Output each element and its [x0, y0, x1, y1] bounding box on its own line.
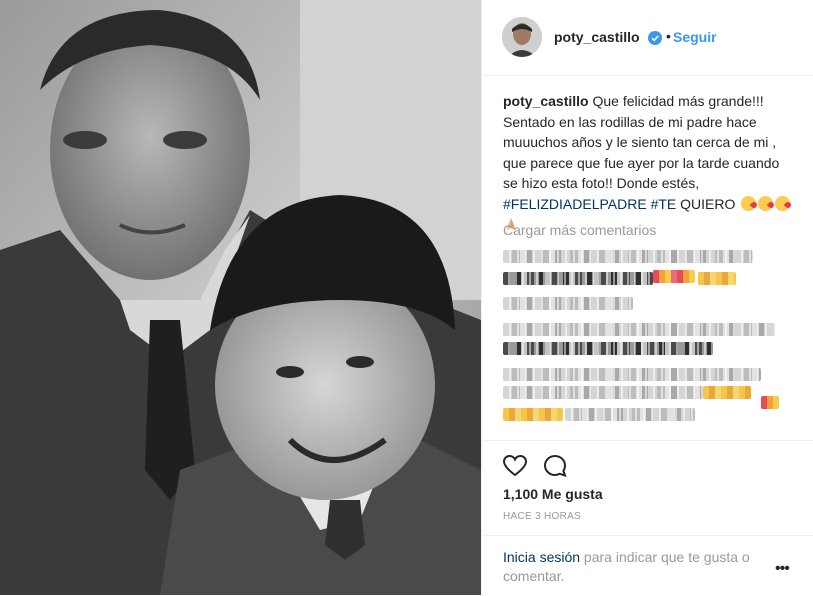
post-timestamp: HACE 3 HORAS	[503, 511, 582, 522]
comment-icon[interactable]	[542, 453, 568, 479]
follow-button[interactable]: Seguir	[673, 29, 717, 45]
post-sidebar: poty_castillo • Seguir poty_castillo Que…	[481, 0, 813, 595]
login-link[interactable]: Inicia sesión	[503, 549, 580, 565]
avatar-image	[502, 17, 542, 57]
login-prompt-text: Inicia sesión para indicar que te gusta …	[503, 548, 763, 586]
comment-pixelated-emoji	[761, 396, 779, 409]
hashtag-link[interactable]: #TE	[651, 196, 677, 212]
kissing-heart-emoji	[758, 195, 774, 211]
black-and-white-photo	[0, 0, 481, 595]
caption-word: QUIERO	[680, 195, 736, 212]
caption-username[interactable]: poty_castillo	[503, 93, 589, 109]
instagram-post: poty_castillo • Seguir poty_castillo Que…	[0, 0, 813, 595]
comment-pixelated-emoji	[653, 270, 695, 283]
post-caption: poty_castillo Que felicidad más grande!!…	[503, 91, 795, 232]
comment-pixelated	[503, 272, 653, 285]
hashtag-link[interactable]: #FELIZDIADELPADRE	[503, 196, 647, 212]
post-header: poty_castillo • Seguir	[482, 0, 813, 76]
comment-pixelated	[503, 368, 761, 381]
login-prompt: Inicia sesión para indicar que te gusta …	[482, 535, 813, 596]
comment-pixelated-emoji	[503, 408, 563, 421]
more-options-icon[interactable]: •••	[775, 560, 790, 578]
avatar[interactable]	[502, 17, 542, 57]
header-username[interactable]: poty_castillo	[554, 29, 640, 45]
kissing-heart-emoji	[775, 195, 791, 211]
comment-pixelated	[503, 342, 713, 355]
comment-pixelated-emoji	[698, 272, 736, 285]
comment-pixelated-emoji	[703, 386, 751, 399]
heart-icon[interactable]	[502, 453, 528, 479]
post-photo[interactable]	[0, 0, 481, 595]
likes-count[interactable]: 1,100 Me gusta	[503, 486, 603, 502]
kissing-heart-emoji	[741, 195, 757, 211]
comment-pixelated	[503, 250, 753, 263]
separator-dot: •	[666, 28, 671, 44]
comment-pixelated	[503, 323, 775, 336]
comment-pixelated	[503, 297, 633, 310]
comment-pixelated	[503, 386, 703, 399]
verified-badge-icon	[648, 31, 662, 45]
comment-pixelated	[565, 408, 695, 421]
load-more-comments-button[interactable]: Cargar más comentarios	[503, 222, 656, 238]
blurred-comments	[503, 244, 795, 434]
post-footer: 1,100 Me gusta HACE 3 HORAS Inicia sesió…	[482, 440, 813, 595]
